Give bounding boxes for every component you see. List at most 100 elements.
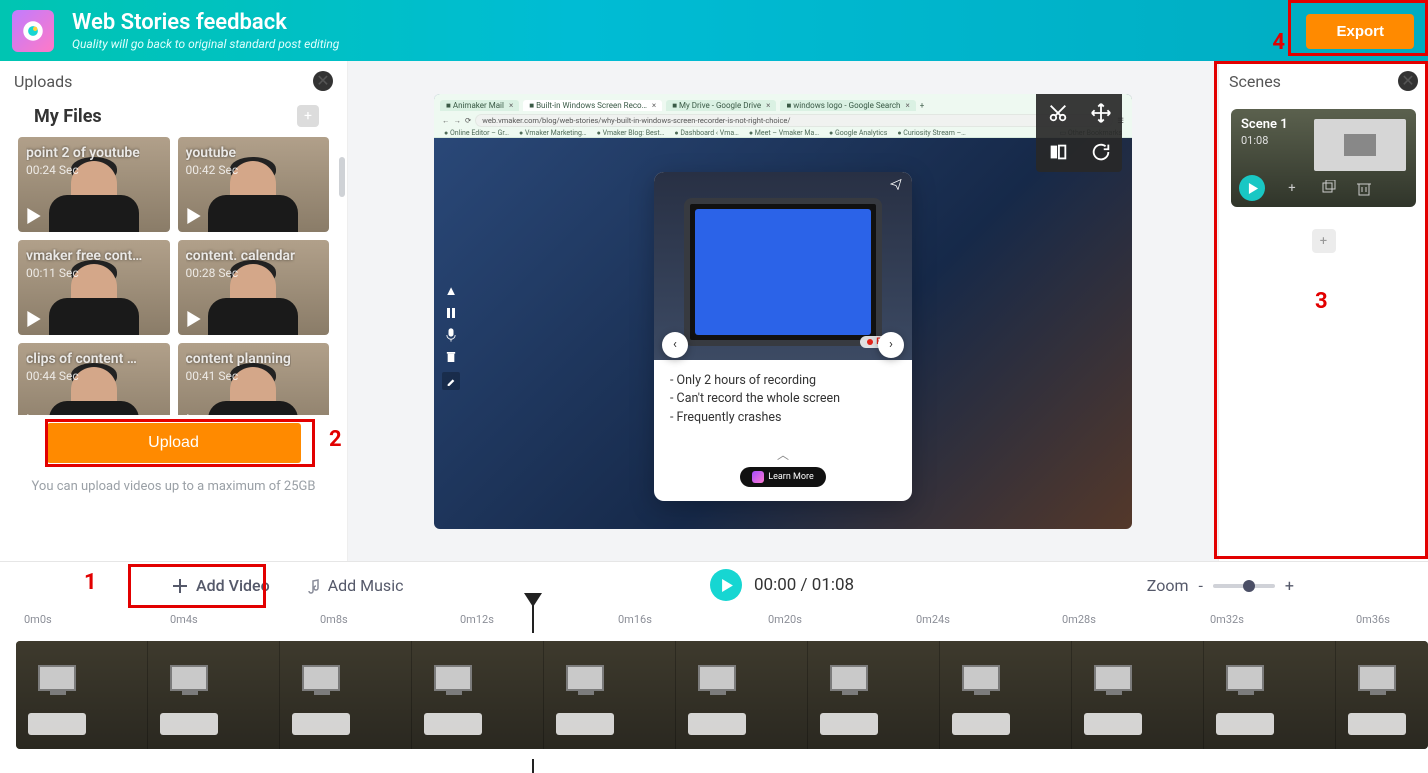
- play-icon[interactable]: [186, 208, 202, 224]
- file-tile[interactable]: content. calendar 00:28 Sec: [178, 240, 330, 335]
- arrow-up-icon: ▲: [444, 284, 458, 298]
- scene-thumbnail: [1314, 119, 1406, 171]
- scenes-title: Scenes: [1229, 72, 1281, 91]
- ruler-tick: 0m8s: [320, 613, 348, 626]
- scene-delete-icon[interactable]: [1355, 179, 1373, 197]
- scrollbar[interactable]: [339, 157, 345, 197]
- video-preview[interactable]: ■Animaker Mail×■Built-in Windows Screen …: [434, 94, 1132, 529]
- trash-icon: [444, 350, 458, 364]
- url-bar: web.vmaker.com/blog/web-stories/why-buil…: [475, 114, 1113, 127]
- learn-more-button: Learn More: [740, 467, 826, 487]
- upload-hint: You can upload videos up to a maximum of…: [0, 479, 347, 494]
- browser-tab: ■windows logo - Google Search×: [780, 100, 915, 111]
- clip-frame: [1072, 641, 1204, 749]
- timeline-play-button[interactable]: [710, 569, 742, 601]
- move-icon[interactable]: [1079, 94, 1122, 133]
- file-title: vmaker free cont…: [26, 248, 142, 264]
- preview-tools: [1036, 94, 1122, 172]
- annotation-number-1: 1: [84, 570, 97, 595]
- app-header: Web Stories feedback Quality will go bac…: [0, 0, 1428, 61]
- split-icon[interactable]: [1036, 133, 1079, 172]
- file-title: youtube: [186, 145, 237, 161]
- timeline-track-area: 01:08: [0, 633, 1428, 759]
- clip-frame: [808, 641, 940, 749]
- scenes-panel: Scenes ✕ Scene 1 01:08 + + 3: [1218, 61, 1428, 561]
- file-title: point 2 of youtube: [26, 145, 140, 161]
- timeline-clip[interactable]: 01:08: [16, 641, 1428, 749]
- main-content-row: Uploads ✕ My Files + point 2 of youtube …: [0, 61, 1428, 561]
- story-text: - Only 2 hours of recording - Can't reco…: [654, 360, 912, 446]
- share-icon: [890, 178, 902, 190]
- bookmark-item: ● Curiosity Stream –…: [897, 129, 966, 137]
- add-scene-button[interactable]: +: [1312, 229, 1336, 253]
- scene-add-icon[interactable]: +: [1283, 179, 1301, 197]
- timeline-toolbar: 1 Add Video Add Music 00:00 / 01:08 Zoom…: [0, 561, 1428, 609]
- clip-frame: [16, 641, 148, 749]
- file-duration: 00:44 Sec: [26, 369, 79, 383]
- clip-frame: [676, 641, 808, 749]
- browser-chrome: ■Animaker Mail×■Built-in Windows Screen …: [434, 94, 1132, 138]
- zoom-out-button[interactable]: -: [1199, 576, 1203, 595]
- annotation-number-3: 3: [1315, 289, 1328, 314]
- play-icon[interactable]: [186, 414, 202, 415]
- ruler-tick: 0m28s: [1062, 613, 1096, 626]
- export-button[interactable]: Export: [1306, 14, 1414, 49]
- scene-duplicate-icon[interactable]: [1319, 179, 1337, 197]
- file-tile[interactable]: clips of content … 00:44 Sec: [18, 343, 170, 415]
- preview-area: ■Animaker Mail×■Built-in Windows Screen …: [348, 61, 1218, 561]
- play-icon[interactable]: [186, 311, 202, 327]
- file-duration: 00:41 Sec: [186, 369, 239, 383]
- file-tile[interactable]: youtube 00:42 Sec: [178, 137, 330, 232]
- nav-reload-icon: ⟳: [465, 116, 471, 125]
- uploads-title: Uploads: [14, 72, 72, 91]
- clip-frame: [148, 641, 280, 749]
- file-tile[interactable]: vmaker free cont… 00:11 Sec: [18, 240, 170, 335]
- file-tile[interactable]: content planning 00:41 Sec: [178, 343, 330, 415]
- ruler-tick: 0m20s: [768, 613, 802, 626]
- ruler-tick: 0m16s: [618, 613, 652, 626]
- story-next-button[interactable]: ›: [878, 332, 904, 358]
- play-icon[interactable]: [26, 208, 42, 224]
- timeline-ruler: 0m0s0m4s0m8s0m12s0m16s0m20s0m24s0m28s0m3…: [0, 609, 1428, 633]
- bookmark-item: ● Vmaker Blog: Best…: [597, 129, 665, 137]
- play-icon[interactable]: [26, 311, 42, 327]
- add-video-button[interactable]: Add Video: [172, 576, 270, 595]
- scene-card[interactable]: Scene 1 01:08 +: [1231, 109, 1416, 207]
- timeline-time: 00:00 / 01:08: [754, 575, 854, 595]
- file-grid: point 2 of youtube 00:24 Sec youtube 00:…: [0, 137, 347, 415]
- add-music-button[interactable]: Add Music: [304, 576, 404, 595]
- header-subtitle: Quality will go back to original standar…: [72, 37, 339, 51]
- bookmark-item: ● Vmaker Marketing…: [519, 129, 587, 137]
- uploads-panel: Uploads ✕ My Files + point 2 of youtube …: [0, 61, 348, 561]
- add-folder-button[interactable]: +: [297, 105, 319, 127]
- browser-tab: ■My Drive - Google Drive×: [666, 100, 776, 111]
- clip-frame: [1336, 641, 1428, 749]
- clip-frame: [280, 641, 412, 749]
- bookmark-item: ● Dashboard ‹ Vma…: [674, 129, 738, 137]
- close-scenes-icon[interactable]: ✕: [1398, 71, 1418, 91]
- clip-frame: [940, 641, 1072, 749]
- mic-icon: [444, 328, 458, 342]
- upload-button[interactable]: Upload: [47, 423, 301, 463]
- zoom-slider[interactable]: [1213, 584, 1275, 588]
- clip-frame: [412, 641, 544, 749]
- pause-icon: [444, 306, 458, 320]
- file-tile[interactable]: point 2 of youtube 00:24 Sec: [18, 137, 170, 232]
- bookmark-item: ● Meet – Vmaker Ma…: [749, 129, 819, 137]
- annotation-number-2: 2: [329, 427, 342, 452]
- nav-fwd-icon: →: [454, 116, 462, 125]
- music-icon: [304, 578, 320, 594]
- story-prev-button[interactable]: ‹: [662, 332, 688, 358]
- close-uploads-icon[interactable]: ✕: [313, 71, 333, 91]
- file-title: content. calendar: [186, 248, 296, 264]
- scene-play-button[interactable]: [1239, 175, 1265, 201]
- play-icon[interactable]: [26, 414, 42, 415]
- clip-frame: [1204, 641, 1336, 749]
- my-files-label: My Files: [34, 106, 102, 127]
- zoom-control: Zoom - +: [1147, 576, 1404, 595]
- story-left-toolbar: ▲: [442, 284, 460, 390]
- rotate-icon[interactable]: [1079, 133, 1122, 172]
- zoom-in-button[interactable]: +: [1285, 576, 1294, 595]
- cut-icon[interactable]: [1036, 94, 1079, 133]
- app-logo: [12, 10, 54, 52]
